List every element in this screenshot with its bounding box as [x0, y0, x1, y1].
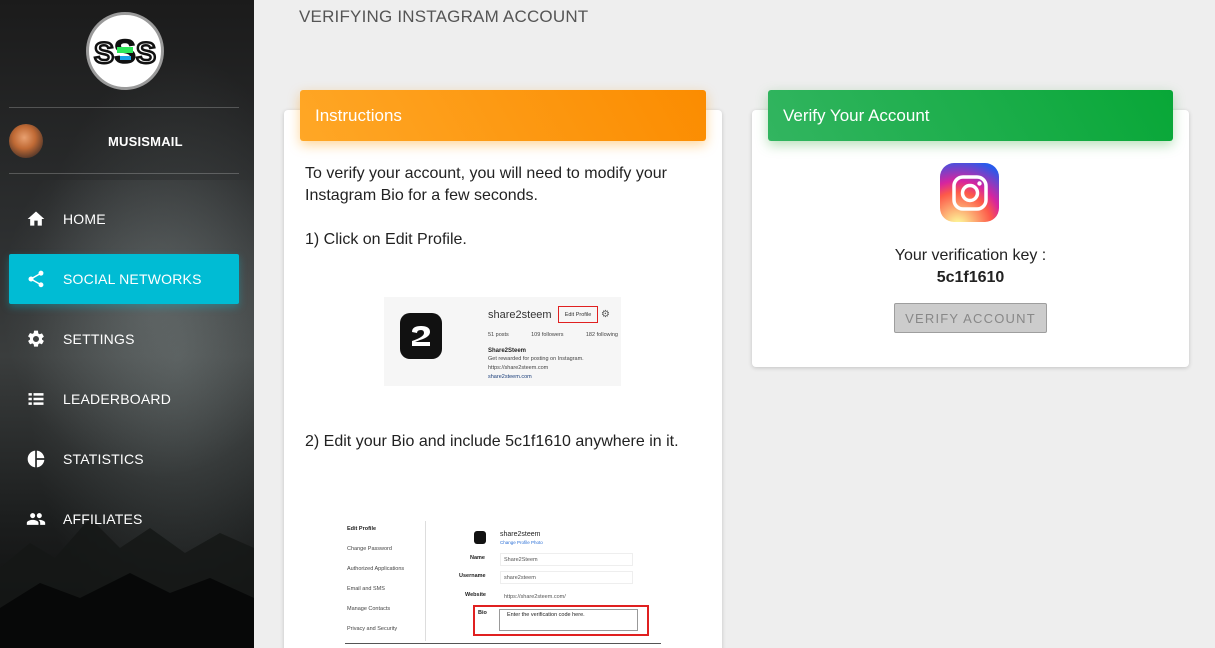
gear-icon [25, 328, 47, 350]
menu-item: Email and SMS [347, 586, 385, 592]
divider [345, 643, 661, 644]
verify-account-button[interactable]: VERIFY ACCOUNT [894, 303, 1047, 333]
profile-link: share2steem.com [488, 374, 532, 380]
gear-icon: ⚙ [601, 309, 610, 320]
menu-item: Authorized Applications [347, 566, 405, 572]
edit-profile-screenshot: share2steem Edit Profile ⚙ 51 posts 109 … [384, 297, 621, 386]
brand-logo[interactable]: S S S [86, 12, 164, 90]
sidebar-item-label: AFFILIATES [63, 511, 143, 527]
sidebar-item-label: SETTINGS [63, 331, 135, 347]
verification-key-value: 5c1f1610 [936, 269, 1005, 286]
verification-key-label: Your verification key : [894, 247, 1047, 264]
sidebar-item-label: SOCIAL NETWORKS [63, 271, 202, 287]
field-label: Name [470, 555, 485, 561]
field-label: Bio [478, 610, 487, 616]
settings-menu: Edit Profile Change Password Authorized … [347, 526, 404, 646]
sidebar-divider [9, 173, 239, 174]
username[interactable]: MUSISMAIL [108, 134, 183, 149]
instructions-step-2: 2) Edit your Bio and include 5c1f1610 an… [305, 433, 679, 450]
profile-username: share2steem [488, 309, 552, 321]
edit-bio-screenshot: Edit Profile Change Password Authorized … [340, 517, 665, 648]
sidebar-item-leaderboard[interactable]: LEADERBOARD [9, 374, 239, 424]
verify-card-header: Verify Your Account [768, 90, 1173, 141]
profile-url: https://share2steem.com [488, 365, 549, 371]
followers-count: 109 followers [531, 332, 564, 338]
people-icon [25, 508, 47, 530]
sidebar-item-social-networks[interactable]: SOCIAL NETWORKS [9, 254, 239, 304]
sidebar-item-label: LEADERBOARD [63, 391, 172, 407]
field-value: Share2Steem [500, 553, 633, 566]
menu-item: Manage Contacts [347, 606, 391, 612]
divider [425, 521, 426, 641]
field-label: Username [459, 573, 486, 579]
bio-textarea: Enter the verification code here. [499, 609, 638, 631]
pie-chart-icon [25, 448, 47, 470]
page-title: VERIFYING INSTAGRAM ACCOUNT [299, 7, 589, 26]
profile-stats: 51 posts 109 followers 182 following [488, 332, 618, 338]
field-label: Website [465, 592, 486, 598]
instructions-intro: To verify your account, you will need to… [305, 165, 667, 204]
instagram-icon [940, 163, 999, 222]
following-count: 182 following [585, 332, 618, 338]
field-value: https://share2steem.com/ [504, 594, 566, 600]
menu-item: Change Password [347, 546, 392, 552]
edit-profile-highlight: Edit Profile [558, 306, 598, 323]
sidebar-divider [9, 107, 239, 108]
svg-text:S: S [136, 37, 156, 70]
field-value: share2steem [500, 571, 633, 584]
avatar[interactable] [9, 124, 43, 158]
posts-count: 51 posts [488, 332, 509, 338]
share2steem-logo-icon [474, 531, 486, 544]
sidebar-item-home[interactable]: HOME [9, 194, 239, 244]
profile-username: share2steem [500, 531, 541, 538]
instructions-card-header: Instructions [300, 90, 706, 141]
list-icon [25, 388, 47, 410]
home-icon [25, 208, 47, 230]
sidebar-item-statistics[interactable]: STATISTICS [9, 434, 239, 484]
sidebar-item-affiliates[interactable]: AFFILIATES [9, 494, 239, 544]
share-icon [25, 268, 47, 290]
instructions-step-1: 1) Click on Edit Profile. [305, 231, 467, 248]
menu-item: Edit Profile [347, 526, 377, 532]
sidebar-nav: HOME SOCIAL NETWORKS SETTINGS LEADERBOAR… [9, 194, 239, 554]
sidebar-item-label: HOME [63, 211, 106, 227]
svg-text:S: S [94, 37, 114, 70]
user-profile[interactable]: MUSISMAIL [9, 118, 239, 164]
sidebar-item-settings[interactable]: SETTINGS [9, 314, 239, 364]
profile-name: Share2Steem [488, 348, 527, 354]
sidebar: S S S MUSISMAIL HOME SOCIAL NETWORKS [0, 0, 254, 648]
profile-description: Get rewarded for posting on Instagram. [488, 356, 584, 362]
s2s-logo-icon: S S S [93, 33, 157, 72]
share2steem-logo-icon [400, 313, 442, 359]
change-photo-link: Change Profile Photo [500, 540, 543, 545]
sidebar-item-label: STATISTICS [63, 451, 144, 467]
